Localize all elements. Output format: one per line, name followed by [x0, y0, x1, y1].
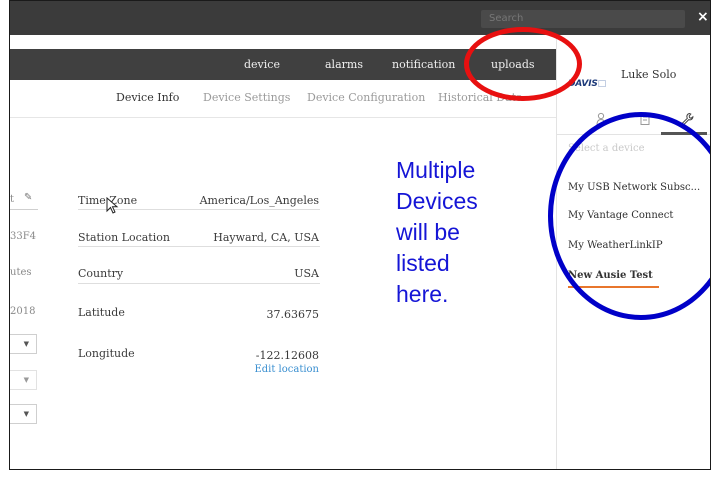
- left-dropdown[interactable]: ▼: [10, 404, 37, 424]
- chevron-down-icon: ▼: [23, 340, 29, 348]
- longitude-label: Longitude: [78, 347, 135, 360]
- left-field-value: t: [10, 194, 15, 205]
- left-field-value: utes: [10, 267, 32, 278]
- close-icon[interactable]: ×: [697, 8, 709, 26]
- user-name: Luke Solo: [621, 68, 677, 81]
- edit-pencil-icon[interactable]: ✎: [24, 192, 32, 203]
- tab-alarms[interactable]: alarms: [325, 49, 363, 80]
- app-window: Search × device alarms notification uplo…: [9, 0, 711, 470]
- latitude-label: Latitude: [78, 306, 125, 319]
- annotation-callout: Multiple Devices will be listed here.: [396, 155, 478, 310]
- row-divider: [78, 246, 320, 247]
- subtab-divider: [10, 117, 556, 118]
- chevron-down-icon: ▼: [23, 376, 29, 384]
- mouse-cursor-icon: [106, 197, 119, 214]
- country-value: USA: [294, 267, 319, 280]
- chevron-down-icon: ▼: [23, 410, 29, 418]
- latitude-value: 37.63675: [266, 308, 320, 321]
- left-field-value: 33F4: [10, 231, 37, 242]
- top-bar: Search ×: [10, 1, 710, 35]
- station-location-label: Station Location: [78, 231, 170, 244]
- left-field-value: 2018: [10, 306, 36, 317]
- subtab-device-info[interactable]: Device Info: [116, 91, 179, 104]
- search-input[interactable]: Search: [481, 10, 685, 28]
- tab-device[interactable]: device: [244, 49, 280, 80]
- left-field-underline: [10, 209, 38, 210]
- time-zone-value: America/Los_Angeles: [199, 194, 319, 207]
- annotation-line: will be: [396, 219, 460, 245]
- longitude-value: -122.12608: [255, 349, 319, 362]
- edit-location-link[interactable]: Edit location: [254, 364, 319, 375]
- annotation-line: Devices: [396, 188, 478, 214]
- subtab-device-settings[interactable]: Device Settings: [203, 91, 290, 104]
- country-label: Country: [78, 267, 124, 280]
- left-dropdown[interactable]: ▼: [10, 334, 37, 354]
- left-dropdown[interactable]: ▼: [10, 370, 37, 390]
- subtab-device-configuration[interactable]: Device Configuration: [307, 91, 425, 104]
- annotation-line: here.: [396, 281, 449, 307]
- row-divider: [78, 283, 320, 284]
- annotation-line: listed: [396, 250, 450, 276]
- annotation-line: Multiple: [396, 157, 476, 183]
- tab-notification[interactable]: notification: [392, 49, 455, 80]
- station-location-value: Hayward, CA, USA: [213, 231, 319, 244]
- uploads-highlight-ellipse: [464, 27, 582, 101]
